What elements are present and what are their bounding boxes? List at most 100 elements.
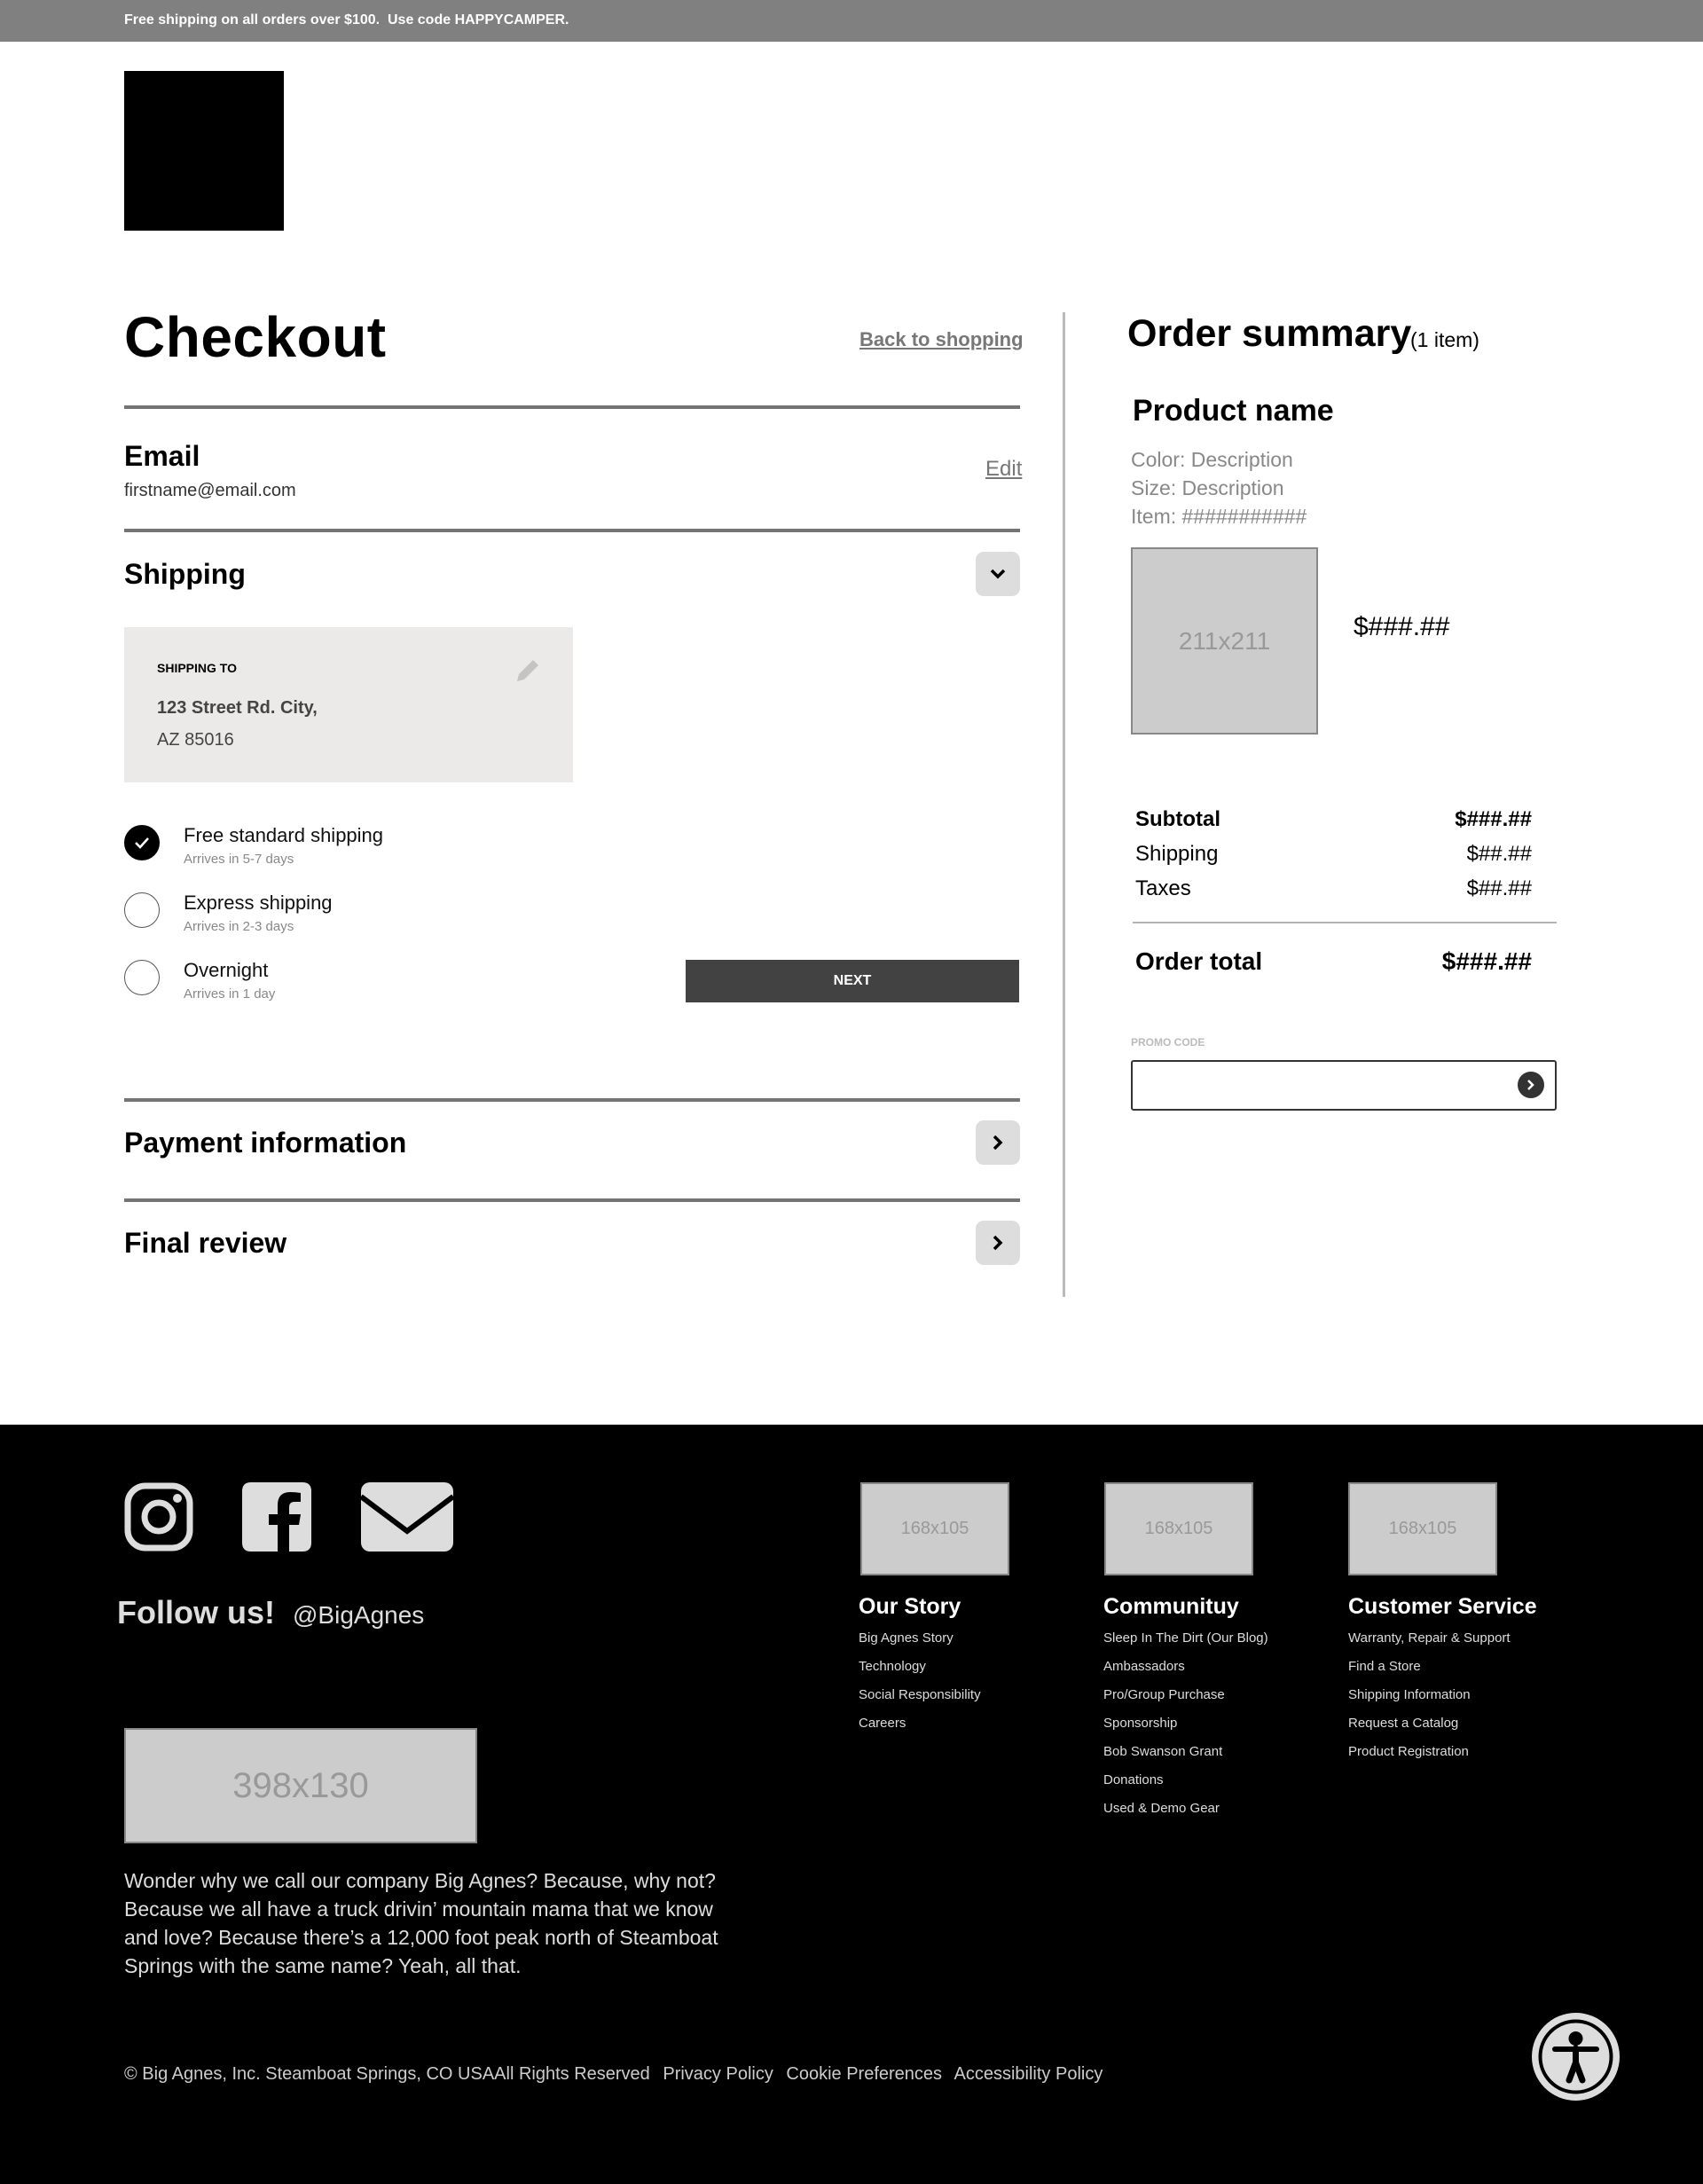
totals-label: Subtotal [1135,807,1220,831]
our-story-image: 168x105 [860,1482,1009,1575]
product-color: Color: Description [1131,448,1293,471]
edit-email-link[interactable]: Edit [985,457,1022,482]
cookie-preferences-link[interactable]: Cookie Preferences [786,2064,942,2084]
footer-column-title: Our Story [859,1594,961,1619]
footer-column-title: Customer Service [1348,1594,1537,1619]
promo-apply-button[interactable] [1518,1072,1544,1098]
subtotal-row: Subtotal $###.## [1135,807,1532,832]
accessibility-policy-link[interactable]: Accessibility Policy [954,2064,1103,2084]
chevron-right-icon [993,1235,1003,1251]
footer-link[interactable]: Sleep In The Dirt (Our Blog) [1103,1630,1268,1646]
about-text: Wonder why we call our company Big Agnes… [124,1869,718,1977]
accessibility-icon [1538,2019,1613,2094]
promo-code-label: PROMO CODE [1131,1036,1205,1049]
page-title: Checkout [124,305,387,369]
email-icon[interactable] [359,1482,455,1552]
product-name: Product name [1133,394,1334,428]
product-item-number: Item: ########### [1131,505,1307,528]
product-price: $###.## [1354,612,1450,641]
promo-code-input[interactable] [1133,1062,1505,1109]
email-value: firstname@email.com [124,481,296,500]
review-section-title: Final review [124,1227,287,1259]
follow-us-label: Follow us! [117,1594,275,1630]
footer-link[interactable]: Shipping Information [1348,1687,1471,1702]
privacy-policy-link[interactable]: Privacy Policy [663,2064,773,2084]
payment-expand-button[interactable] [976,1120,1020,1165]
promo-banner-text: Free shipping on all orders over $100. U… [124,12,569,27]
legal-bar: © Big Agnes, Inc. Steamboat Springs, CO … [124,2064,1110,2085]
taxes-row: Taxes $##.## [1135,876,1532,901]
image-placeholder-label: 211x211 [1178,626,1271,655]
footer-link[interactable]: Sponsorship [1103,1716,1177,1731]
image-placeholder-label: 168x105 [900,1519,969,1538]
footer-link[interactable]: Big Agnes Story [859,1630,954,1646]
footer-link[interactable]: Ambassadors [1103,1659,1185,1674]
address-line-2: AZ 85016 [157,730,234,750]
totals-value: $##.## [1466,842,1532,866]
image-placeholder-label: 168x105 [1144,1519,1213,1538]
totals-label: Shipping [1135,842,1219,866]
chevron-right-icon [1527,1080,1534,1090]
footer-link[interactable]: Request a Catalog [1348,1716,1458,1731]
community-image: 168x105 [1104,1482,1253,1575]
shipping-option-radio[interactable] [124,960,160,995]
footer-link[interactable]: Social Responsibility [859,1687,981,1702]
footer-banner-image: 398x130 [124,1728,477,1843]
review-expand-button[interactable] [976,1221,1020,1265]
shipping-option-subtext: Arrives in 1 day [184,986,276,1002]
order-total-label: Order total [1135,947,1263,975]
promo-code-field[interactable] [1131,1060,1557,1111]
instagram-icon[interactable] [124,1482,193,1552]
footer-link[interactable]: Bob Swanson Grant [1103,1744,1222,1759]
shipping-option-label[interactable]: Overnight [184,959,268,982]
footer-link[interactable]: Donations [1103,1772,1164,1787]
section-divider [124,1198,1020,1202]
facebook-icon[interactable] [242,1482,311,1552]
image-placeholder-label: 168x105 [1388,1519,1457,1538]
copyright-text: © Big Agnes, Inc. Steamboat Springs, CO … [124,2064,650,2084]
chevron-down-icon [990,569,1006,579]
footer-column-title: Communituy [1103,1594,1239,1619]
email-section-title: Email [124,440,200,472]
footer-link[interactable]: Careers [859,1716,906,1731]
shipping-to-label: SHIPPING TO [157,661,237,675]
social-handle[interactable]: @BigAgnes [293,1601,424,1630]
checkout-page: Free shipping on all orders over $100. U… [0,0,1703,2184]
section-divider [124,1098,1020,1102]
section-divider [124,529,1020,532]
image-placeholder-label: 398x130 [232,1765,369,1805]
product-image: 211x211 [1131,547,1318,735]
footer-link[interactable]: Product Registration [1348,1744,1469,1759]
order-total-row: Order total $###.## [1135,947,1532,976]
product-size: Size: Description [1131,476,1284,499]
totals-value: $##.## [1466,876,1532,900]
footer-link[interactable]: Warranty, Repair & Support [1348,1630,1511,1646]
footer-link[interactable]: Find a Store [1348,1659,1421,1674]
shipping-collapse-button[interactable] [976,552,1020,596]
checkmark-icon [135,837,149,849]
shipping-row: Shipping $##.## [1135,842,1532,867]
next-button[interactable]: NEXT [686,960,1019,1002]
customer-service-image: 168x105 [1348,1482,1497,1575]
totals-label: Taxes [1135,876,1191,900]
section-divider [124,405,1020,409]
edit-address-pencil-icon[interactable] [515,658,540,683]
shipping-option-radio[interactable] [124,892,160,928]
shipping-option-label[interactable]: Express shipping [184,892,333,915]
shipping-option-subtext: Arrives in 2-3 days [184,919,294,934]
payment-section-title: Payment information [124,1127,407,1159]
column-divider [1063,312,1065,1297]
logo[interactable] [124,71,284,231]
back-to-shopping-link[interactable]: Back to shopping [859,328,1024,351]
shipping-option-radio[interactable] [124,825,160,860]
shipping-option-subtext: Arrives in 5-7 days [184,852,294,867]
footer-link[interactable]: Used & Demo Gear [1103,1801,1220,1816]
shipping-option-label[interactable]: Free standard shipping [184,824,383,847]
footer-link[interactable]: Technology [859,1659,926,1674]
order-total-value: $###.## [1441,947,1532,975]
address-line-1: 123 Street Rd. City, [157,698,318,718]
shipping-section-title: Shipping [124,558,246,590]
accessibility-button[interactable] [1532,2013,1620,2101]
order-item-count: (1 item) [1410,328,1479,351]
footer-link[interactable]: Pro/Group Purchase [1103,1687,1225,1702]
